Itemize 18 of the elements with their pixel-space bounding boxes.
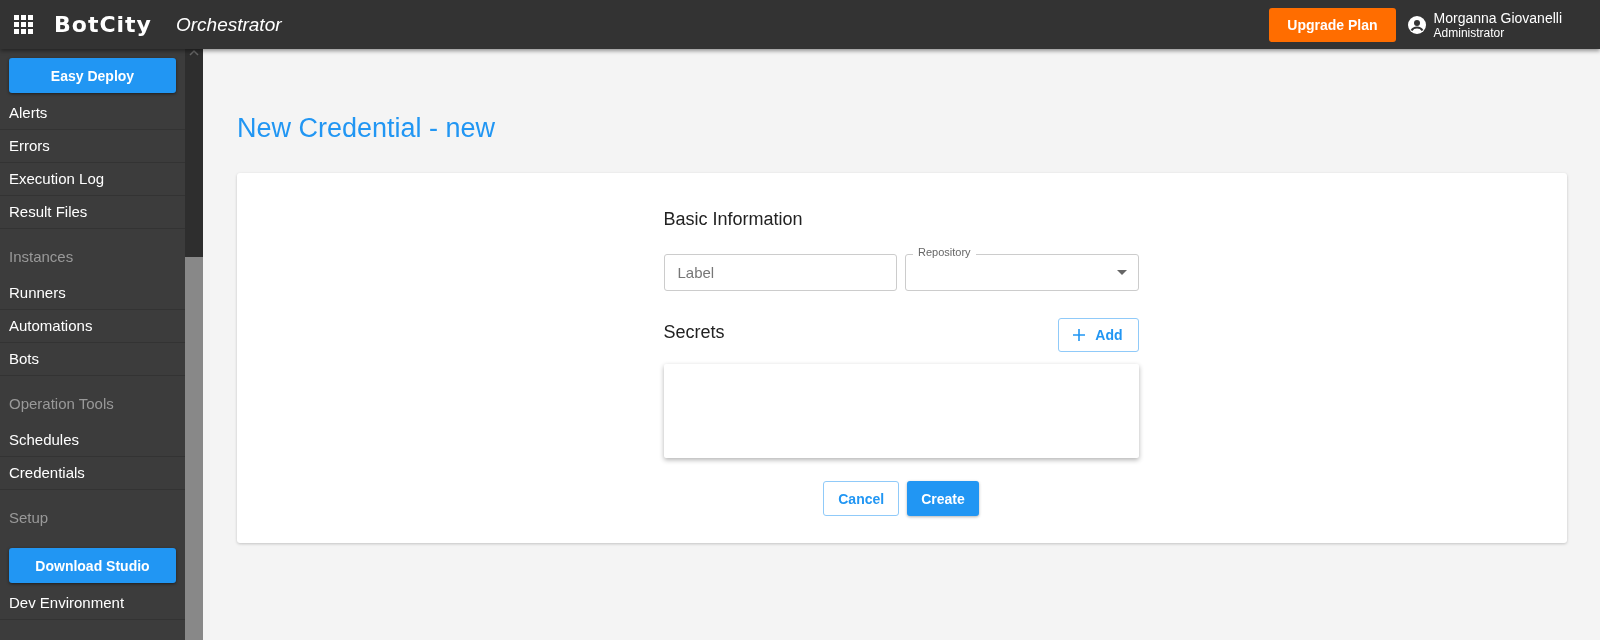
logo: BotCity: [54, 12, 152, 37]
section-heading: Basic Information: [663, 209, 804, 230]
page-title: New Credential - new: [237, 113, 497, 144]
label-field[interactable]: Label: [663, 254, 897, 291]
user-avatar-icon[interactable]: [1407, 15, 1426, 34]
scrollbar-thumb[interactable]: [185, 257, 203, 640]
field-label: Repository: [913, 246, 976, 259]
user-role: Administrator: [1433, 25, 1506, 40]
caret-icon: [1116, 270, 1127, 275]
scroll-up-icon[interactable]: [189, 49, 199, 56]
section-heading: Secrets: [663, 322, 725, 343]
plus-icon: [1073, 329, 1086, 341]
apps-grid-icon[interactable]: [14, 14, 34, 35]
product-name: Orchestrator: [175, 13, 282, 36]
sidebar-section-header: Setup: [8, 508, 50, 528]
sidebar-section-header: Operation Tools: [8, 394, 115, 414]
user-name: Morganna Giovanelli: [1433, 9, 1562, 26]
sidebar-section-header: Instances: [8, 247, 75, 267]
